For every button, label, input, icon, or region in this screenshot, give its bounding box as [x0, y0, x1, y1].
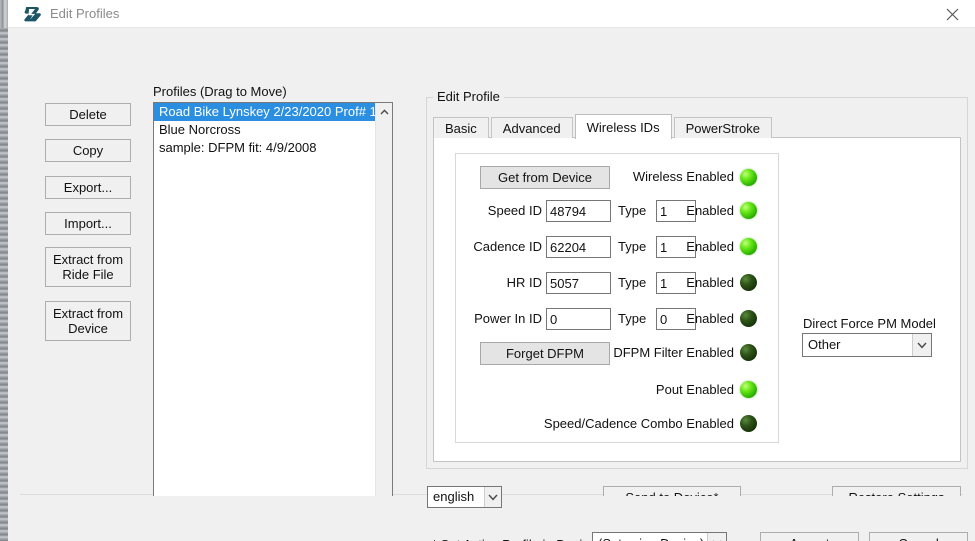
groupbox-border-right — [501, 97, 968, 98]
list-item[interactable]: sample: DFPM fit: 4/9/2008 — [154, 139, 375, 157]
app-logo-icon — [23, 4, 43, 24]
edit-profile-label: Edit Profile — [433, 89, 504, 104]
hr-id-input[interactable] — [546, 272, 611, 294]
cadence-id-input[interactable] — [546, 236, 611, 258]
pout-enabled-indicator — [740, 381, 757, 398]
dfpm-filter-enabled-indicator — [740, 344, 757, 361]
accept-button[interactable]: Accept — [760, 532, 859, 541]
tab-powerstroke[interactable]: PowerStroke — [673, 117, 772, 138]
copy-button[interactable]: Copy — [45, 139, 131, 162]
chevron-up-icon[interactable] — [376, 103, 392, 120]
close-icon[interactable] — [929, 0, 975, 28]
dfpm-filter-enabled-label: DFPM Filter Enabled — [613, 345, 734, 360]
list-item[interactable]: Blue Norcross — [154, 121, 375, 139]
hr-enabled-label: Enabled — [686, 275, 734, 290]
language-select[interactable]: english — [427, 486, 502, 508]
import-button[interactable]: Import... — [45, 212, 131, 235]
speed-id-input[interactable] — [546, 200, 611, 222]
hr-enabled-indicator — [740, 274, 757, 291]
power-in-id-label: Power In ID — [474, 311, 542, 326]
chevron-down-icon[interactable] — [707, 533, 726, 541]
speed-enabled-indicator — [740, 202, 757, 219]
wireless-enabled-indicator — [740, 169, 757, 186]
get-from-device-button[interactable]: Get from Device — [480, 166, 610, 189]
wireless-ids-tabpanel: Get from Device Wireless Enabled Speed I… — [433, 137, 961, 462]
chevron-down-icon[interactable] — [912, 334, 931, 356]
power-in-enabled-indicator — [740, 310, 757, 327]
active-profile-select[interactable]: (Set using Device) — [592, 532, 727, 541]
language-value: english — [433, 489, 475, 504]
pout-enabled-label: Pout Enabled — [655, 382, 734, 397]
desktop-background-sliver-lower — [0, 28, 8, 541]
hr-id-label: HR ID — [506, 275, 542, 290]
tab-wireless-ids[interactable]: Wireless IDs — [574, 114, 672, 139]
active-profile-value: (Set using Device) — [593, 534, 707, 541]
export-button[interactable]: Export... — [45, 176, 131, 199]
profiles-scrollbar[interactable] — [375, 103, 392, 521]
cadence-enabled-indicator — [740, 238, 757, 255]
delete-button[interactable]: Delete — [45, 103, 131, 126]
direct-force-pm-model-select[interactable]: Other — [802, 333, 932, 357]
speed-cadence-combo-enabled-indicator — [740, 415, 757, 432]
cadence-enabled-label: Enabled — [686, 239, 734, 254]
power-in-id-input[interactable] — [546, 308, 611, 330]
extract-from-device-button[interactable]: Extract from Device — [45, 301, 131, 341]
profiles-listbox[interactable]: Road Bike Lynskey 2/23/2020 Prof# 1 Blue… — [153, 102, 393, 522]
tab-basic[interactable]: Basic — [433, 117, 489, 138]
wireless-settings-box: Get from Device Wireless Enabled Speed I… — [455, 153, 779, 443]
set-active-profile-label: * Set Active Profile in Device — [432, 537, 596, 541]
direct-force-pm-model-label: Direct Force PM Model — [803, 316, 936, 331]
cadence-id-label: Cadence ID — [473, 239, 542, 254]
forget-dfpm-button[interactable]: Forget DFPM — [480, 342, 610, 365]
edit-profiles-window: Edit Profiles Delete Copy Export... Impo… — [0, 0, 975, 541]
speed-id-label: Speed ID — [487, 203, 542, 218]
list-item[interactable]: Road Bike Lynskey 2/23/2020 Prof# 1 — [154, 103, 377, 121]
window-title: Edit Profiles — [50, 6, 120, 21]
title-bar: Edit Profiles — [8, 0, 975, 28]
chevron-down-icon[interactable] — [484, 487, 501, 507]
cancel-button[interactable]: Cancel — [869, 532, 968, 541]
direct-force-pm-model-value: Other — [808, 337, 841, 352]
speed-cadence-combo-enabled-label: Speed/Cadence Combo Enabled — [543, 416, 734, 431]
tabstrip: Basic Advanced Wireless IDs PowerStroke — [433, 114, 774, 139]
extract-from-ride-file-button[interactable]: Extract from Ride File — [45, 247, 131, 287]
content-area: Delete Copy Export... Import... Extract … — [20, 39, 968, 522]
dialog-body: Delete Copy Export... Import... Extract … — [8, 28, 975, 541]
profiles-list-items: Road Bike Lynskey 2/23/2020 Prof# 1 Blue… — [154, 103, 377, 521]
power-in-enabled-label: Enabled — [686, 311, 734, 326]
tab-advanced[interactable]: Advanced — [490, 117, 573, 138]
profiles-list-label: Profiles (Drag to Move) — [153, 84, 287, 99]
wireless-enabled-label: Wireless Enabled — [632, 169, 734, 184]
speed-enabled-label: Enabled — [686, 203, 734, 218]
